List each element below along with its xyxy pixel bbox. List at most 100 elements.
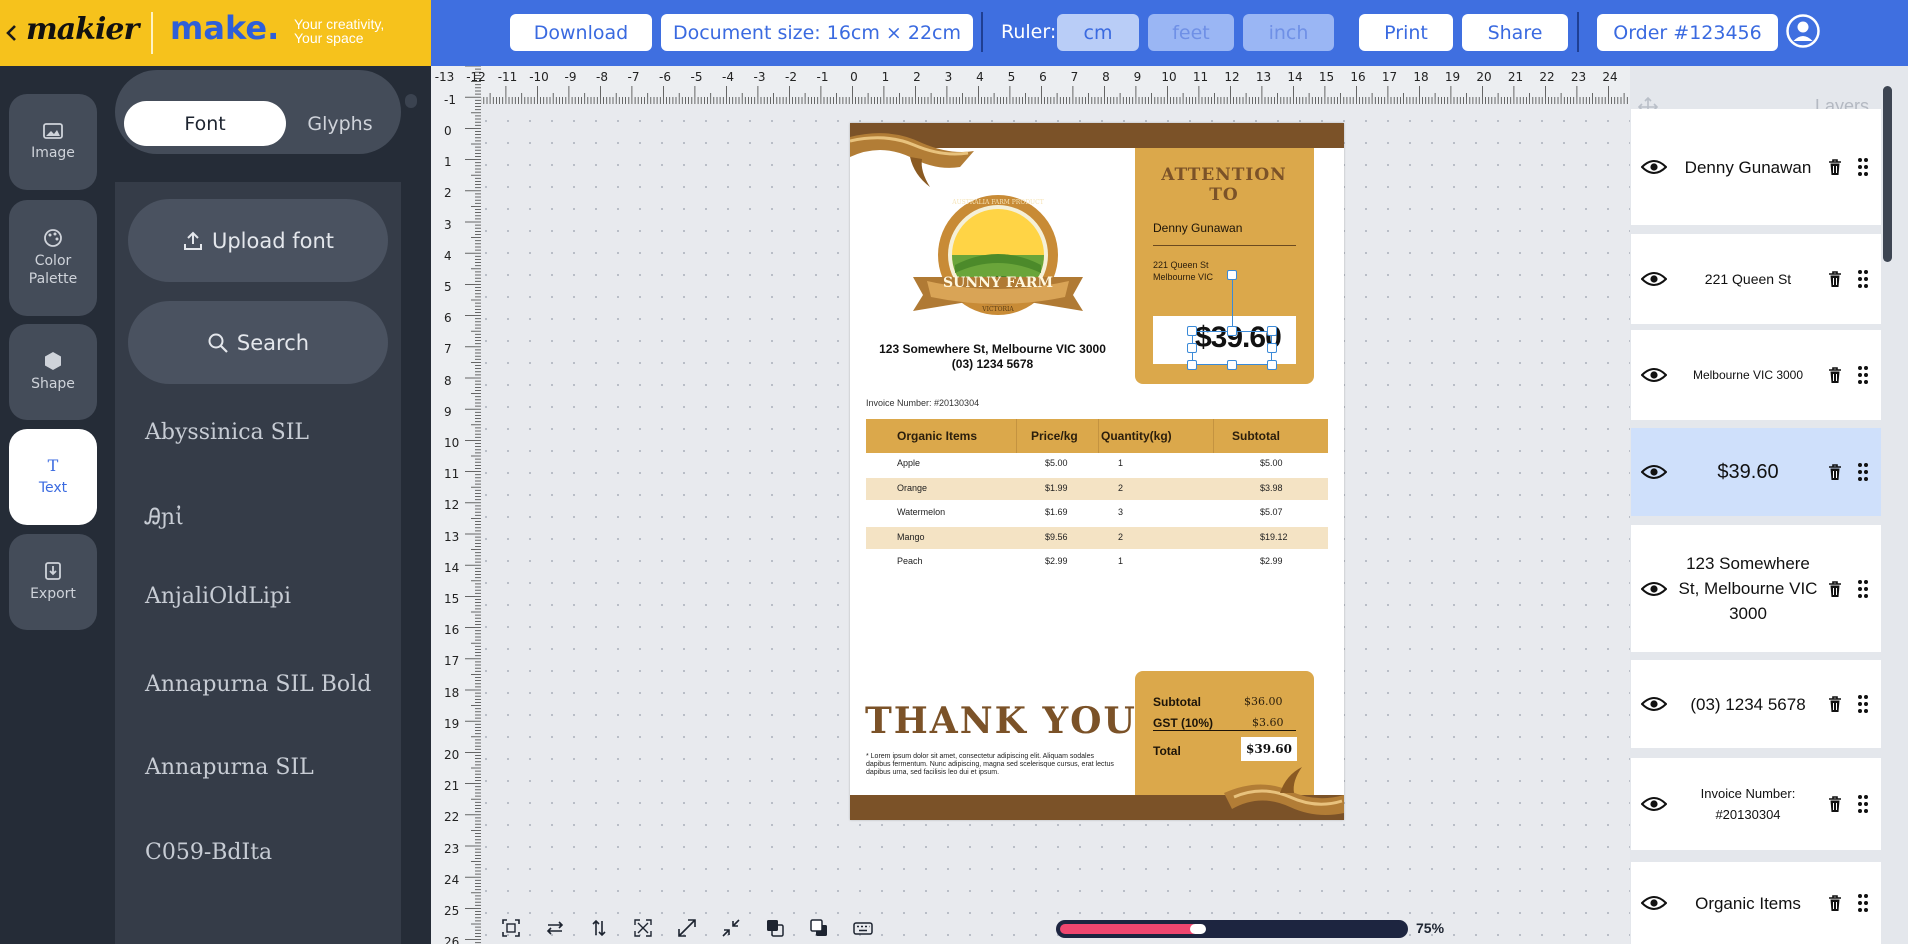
layer-item[interactable]: Denny Gunawan bbox=[1631, 109, 1881, 225]
search-button[interactable]: Search bbox=[128, 301, 388, 384]
nav-text[interactable]: T Text bbox=[9, 429, 97, 525]
fit-icon[interactable] bbox=[501, 918, 521, 938]
font-item[interactable]: AnjaliOldLipi bbox=[145, 584, 291, 609]
table-cell[interactable]: $5.07 bbox=[1260, 507, 1283, 517]
table-cell[interactable]: 1 bbox=[1118, 458, 1123, 468]
invoice-document[interactable]: ATTENTION TO Denny Gunawan 221 Queen St … bbox=[850, 123, 1344, 820]
tab-font[interactable]: Font bbox=[124, 101, 286, 146]
bring-front-icon[interactable] bbox=[765, 918, 785, 938]
table-cell[interactable]: $5.00 bbox=[1260, 458, 1283, 468]
table-cell[interactable]: 1 bbox=[1118, 556, 1123, 566]
font-item[interactable]: Annapurna SIL bbox=[145, 755, 314, 780]
share-button[interactable]: Share bbox=[1462, 14, 1568, 51]
layer-item[interactable]: Melbourne VIC 3000 bbox=[1631, 330, 1881, 420]
table-cell[interactable]: 2 bbox=[1118, 532, 1123, 542]
trash-icon[interactable] bbox=[1827, 695, 1843, 713]
flip-vertical-icon[interactable] bbox=[589, 918, 609, 938]
eye-icon[interactable] bbox=[1641, 367, 1667, 383]
layer-item[interactable]: 123 Somewhere St, Melbourne VIC 3000 bbox=[1631, 525, 1881, 652]
resize-handle[interactable] bbox=[1187, 360, 1197, 370]
ruler-unit-inch[interactable]: inch bbox=[1243, 14, 1334, 51]
panel-scrollbar-thumb[interactable] bbox=[405, 94, 417, 108]
font-item[interactable]: Annapurna SIL Bold bbox=[145, 672, 371, 697]
font-item[interactable]: Ꭿɲἰ bbox=[145, 505, 184, 530]
attention-address-1[interactable]: 221 Queen St bbox=[1153, 260, 1209, 270]
eye-icon[interactable] bbox=[1641, 159, 1667, 175]
drag-handle-icon[interactable] bbox=[1857, 157, 1869, 177]
resize-handle[interactable] bbox=[1267, 343, 1277, 353]
download-button[interactable]: Download bbox=[510, 14, 652, 51]
eye-icon[interactable] bbox=[1641, 895, 1667, 911]
drag-handle-icon[interactable] bbox=[1857, 694, 1869, 714]
order-button[interactable]: Order #123456 bbox=[1597, 14, 1778, 51]
table-cell[interactable]: $5.00 bbox=[1045, 458, 1068, 468]
table-cell[interactable]: $19.12 bbox=[1260, 532, 1288, 542]
layer-item[interactable]: Invoice Number: #20130304 bbox=[1631, 758, 1881, 850]
eye-icon[interactable] bbox=[1641, 796, 1667, 812]
expand-icon[interactable] bbox=[633, 918, 653, 938]
table-cell[interactable]: 3 bbox=[1118, 507, 1123, 517]
resize-handle[interactable] bbox=[1227, 360, 1237, 370]
drag-handle-icon[interactable] bbox=[1857, 893, 1869, 913]
document-size-button[interactable]: Document size: 16cm × 22cm bbox=[661, 14, 973, 51]
thank-you-heading[interactable]: THANK YOU bbox=[865, 700, 1137, 742]
zoom-handle[interactable] bbox=[1190, 924, 1206, 934]
rotate-handle[interactable] bbox=[1227, 270, 1237, 280]
trash-icon[interactable] bbox=[1827, 894, 1843, 912]
table-cell[interactable]: $2.99 bbox=[1260, 556, 1283, 566]
resize-handle[interactable] bbox=[1187, 343, 1197, 353]
trash-icon[interactable] bbox=[1827, 580, 1843, 598]
drag-handle-icon[interactable] bbox=[1857, 462, 1869, 482]
company-address[interactable]: 123 Somewhere St, Melbourne VIC 3000 bbox=[860, 342, 1125, 356]
resize-handle[interactable] bbox=[1187, 326, 1197, 336]
print-button[interactable]: Print bbox=[1359, 14, 1453, 51]
shrink-icon[interactable] bbox=[721, 918, 741, 938]
table-cell[interactable]: $9.56 bbox=[1045, 532, 1068, 542]
send-back-icon[interactable] bbox=[809, 918, 829, 938]
flip-horizontal-icon[interactable] bbox=[545, 918, 565, 938]
eye-icon[interactable] bbox=[1641, 696, 1667, 712]
font-item[interactable]: Abyssinica SIL bbox=[145, 420, 309, 445]
ruler-unit-feet[interactable]: feet bbox=[1148, 14, 1234, 51]
drag-handle-icon[interactable] bbox=[1857, 269, 1869, 289]
layer-item[interactable]: 221 Queen St bbox=[1631, 234, 1881, 324]
attention-name[interactable]: Denny Gunawan bbox=[1153, 221, 1242, 235]
resize-handle[interactable] bbox=[1227, 326, 1237, 336]
table-cell[interactable]: Watermelon bbox=[897, 507, 945, 517]
lorem-note[interactable]: * Lorem ipsum dolor sit amet, consectetu… bbox=[866, 753, 1116, 777]
resize-handle[interactable] bbox=[1267, 360, 1277, 370]
eye-icon[interactable] bbox=[1641, 581, 1667, 597]
trash-icon[interactable] bbox=[1827, 463, 1843, 481]
layers-scrollbar-thumb[interactable] bbox=[1883, 86, 1892, 262]
trash-icon[interactable] bbox=[1827, 270, 1843, 288]
fullscreen-icon[interactable] bbox=[677, 918, 697, 938]
drag-handle-icon[interactable] bbox=[1857, 794, 1869, 814]
company-phone[interactable]: (03) 1234 5678 bbox=[860, 357, 1125, 371]
eye-icon[interactable] bbox=[1641, 271, 1667, 287]
ruler-unit-cm[interactable]: cm bbox=[1057, 14, 1139, 51]
drag-handle-icon[interactable] bbox=[1857, 579, 1869, 599]
table-cell[interactable]: Apple bbox=[897, 458, 920, 468]
nav-shape[interactable]: Shape bbox=[9, 324, 97, 420]
trash-icon[interactable] bbox=[1827, 158, 1843, 176]
nav-image[interactable]: Image bbox=[9, 94, 97, 190]
resize-handle[interactable] bbox=[1267, 326, 1277, 336]
layer-item[interactable]: $39.60 bbox=[1631, 428, 1881, 516]
attention-address-2[interactable]: Melbourne VIC 3000 bbox=[1153, 272, 1213, 282]
nav-export[interactable]: Export bbox=[9, 534, 97, 630]
table-cell[interactable]: $1.99 bbox=[1045, 483, 1068, 493]
font-item[interactable]: C059-BdIta bbox=[145, 840, 272, 865]
layer-item[interactable]: (03) 1234 5678 bbox=[1631, 660, 1881, 748]
trash-icon[interactable] bbox=[1827, 795, 1843, 813]
table-cell[interactable]: 2 bbox=[1118, 483, 1123, 493]
table-cell[interactable]: $2.99 bbox=[1045, 556, 1068, 566]
user-icon[interactable] bbox=[1786, 14, 1820, 48]
table-cell[interactable]: $3.98 bbox=[1260, 483, 1283, 493]
layer-item[interactable]: Organic Items bbox=[1631, 862, 1881, 944]
tab-glyphs[interactable]: Glyphs bbox=[286, 101, 394, 146]
table-cell[interactable]: Mango bbox=[897, 532, 925, 542]
invoice-number[interactable]: Invoice Number: #20130304 bbox=[866, 398, 979, 408]
eye-icon[interactable] bbox=[1641, 464, 1667, 480]
table-cell[interactable]: Orange bbox=[897, 483, 927, 493]
table-cell[interactable]: $1.69 bbox=[1045, 507, 1068, 517]
